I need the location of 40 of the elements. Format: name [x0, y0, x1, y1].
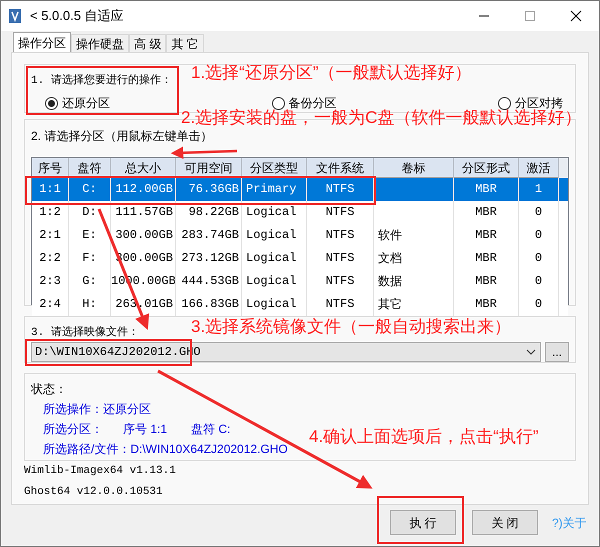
annotation-arrow [170, 146, 238, 160]
tab[interactable]: 高 级 [129, 34, 166, 52]
annotation-text: 3.选择系统镜像文件（一般自动搜索出来） [191, 317, 512, 336]
tab[interactable]: 操作硬盘 [71, 34, 129, 52]
status-label: 状态： [31, 381, 68, 398]
radio-button[interactable] [272, 96, 284, 110]
action-button[interactable]: 执 行 [390, 510, 456, 535]
tab[interactable]: 其 它 [166, 34, 204, 52]
table-cell: 166.83GB [176, 293, 242, 316]
chevron-down-icon [526, 349, 536, 355]
radio-button[interactable] [45, 96, 58, 110]
radio-option[interactable]: 还原分区 [45, 94, 110, 112]
version-text: Ghost64 v12.0.0.10531 [24, 485, 164, 500]
table-cell: Logical [242, 293, 307, 316]
group-label: 1. 请选择您要进行的操作： [31, 75, 172, 87]
table-cell: 其它 [374, 293, 454, 316]
status-text: 盘符 C: [191, 421, 230, 438]
version-text: Wimlib-Imagex64 v1.13.1 [24, 464, 176, 479]
header-filler [559, 158, 568, 178]
tab[interactable]: 操作分区 [13, 32, 71, 52]
status-text: 所选路径/文件：D:\WIN10X64ZJ202012.GHO [43, 441, 288, 458]
annotation-text: 4.确认上面选项后，点击“执行” [309, 427, 538, 446]
table-cell: 0 [519, 293, 559, 316]
action-button[interactable]: 关 闭 [472, 510, 538, 535]
annotation-text: 1.选择“还原分区”（一般默认选择好） [191, 63, 472, 82]
table-row[interactable]: 1:1 C: 112.00GB 76.36GB Primary NTFS MBR 1 [32, 178, 568, 201]
status-text: 所选操作：还原分区 [43, 401, 151, 418]
table-cell: NTFS [307, 293, 374, 316]
radio-button[interactable] [498, 96, 511, 110]
table-cell: MBR [454, 293, 519, 316]
app-icon [8, 8, 22, 24]
group-label: 2. 请选择分区（用鼠标左键单击） [31, 129, 212, 143]
table-cell: H: [69, 293, 111, 316]
table-cell: 2:4 [32, 293, 69, 316]
group-label: 3. 请选择映像文件： [31, 327, 139, 339]
status-text: 所选分区： [43, 421, 103, 438]
window-title: < 5.0.0.5 自适应 [30, 7, 124, 26]
browse-button[interactable]: ... [545, 342, 569, 362]
annotation-text: 2.选择安装的盘，一般为C盘（软件一般默认选择好） [181, 108, 582, 127]
status-text: 序号 1:1 [123, 421, 168, 438]
